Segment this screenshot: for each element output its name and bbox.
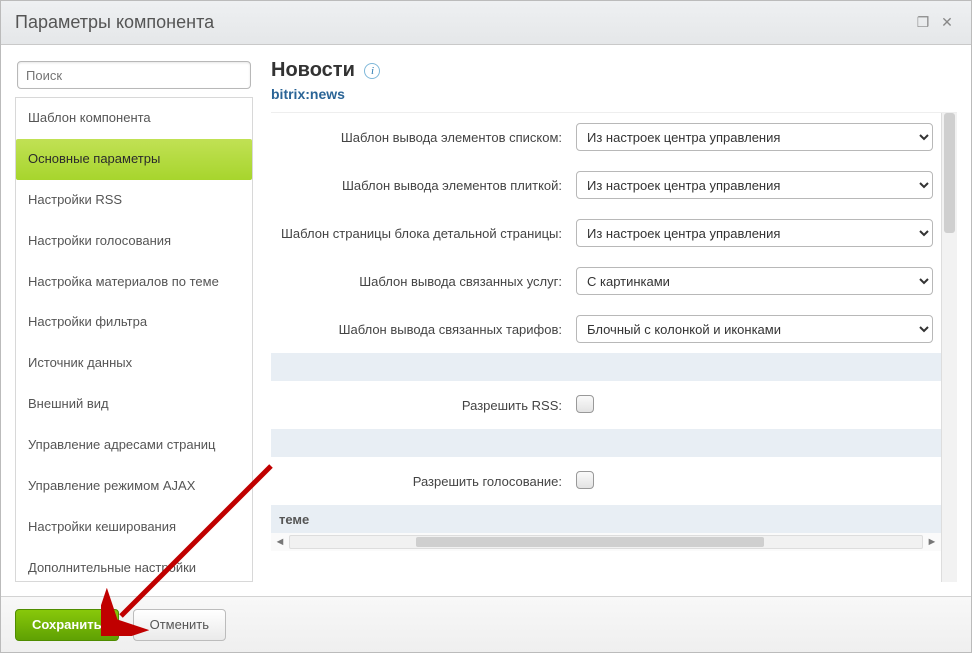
maximize-icon[interactable]: ❐	[913, 13, 933, 33]
component-code: bitrix:news	[271, 86, 957, 102]
param-row: Разрешить RSS:	[271, 381, 941, 429]
sidebar-item[interactable]: Настройки голосования	[16, 221, 252, 262]
sidebar-item[interactable]: Управление режимом AJAX	[16, 466, 252, 507]
sidebar-item[interactable]: Настройка материалов по теме	[16, 262, 252, 303]
sidebar-item[interactable]: Дополнительные настройки	[16, 548, 252, 582]
param-label: Шаблон вывода элементов плиткой:	[271, 178, 576, 193]
param-select[interactable]: Из настроек центра управления	[576, 171, 933, 199]
param-label: Разрешить голосование:	[271, 474, 576, 489]
sidebar-item-active[interactable]: Основные параметры	[16, 139, 252, 180]
vertical-scrollbar[interactable]	[941, 113, 957, 582]
param-select[interactable]: Блочный с колонкой и иконками	[576, 315, 933, 343]
sidebar-nav[interactable]: Шаблон компонента Основные параметры Нас…	[15, 97, 253, 582]
window-title: Параметры компонента	[15, 12, 909, 33]
info-icon[interactable]: i	[364, 63, 380, 79]
params-table: Шаблон вывода элементов списком: Из наст…	[271, 113, 941, 533]
checkbox-allow-rss[interactable]	[576, 395, 594, 413]
param-label: Разрешить RSS:	[271, 398, 576, 413]
section-band	[271, 353, 941, 381]
param-select[interactable]: С картинками	[576, 267, 933, 295]
dialog-footer: Сохранить Отменить	[1, 596, 971, 652]
param-label: Шаблон вывода связанных услуг:	[271, 274, 576, 289]
sidebar-item[interactable]: Внешний вид	[16, 384, 252, 425]
param-row: Разрешить голосование:	[271, 457, 941, 505]
search-row	[15, 59, 253, 97]
section-band-partial: теме	[271, 505, 941, 533]
save-button[interactable]: Сохранить	[15, 609, 119, 641]
sidebar-item[interactable]: Управление адресами страниц	[16, 425, 252, 466]
search-input[interactable]	[17, 61, 251, 89]
horizontal-scrollbar[interactable]: ◄ ►	[271, 533, 941, 551]
param-row: Шаблон вывода элементов плиткой: Из наст…	[271, 161, 941, 209]
titlebar: Параметры компонента ❐ ✕	[1, 1, 971, 45]
cancel-button[interactable]: Отменить	[133, 609, 226, 641]
sidebar-item[interactable]: Настройки кеширования	[16, 507, 252, 548]
param-row: Шаблон вывода элементов списком: Из наст…	[271, 113, 941, 161]
close-icon[interactable]: ✕	[937, 13, 957, 33]
scroll-right-icon[interactable]: ►	[923, 536, 941, 548]
checkbox-allow-vote[interactable]	[576, 471, 594, 489]
params-area: Шаблон вывода элементов списком: Из наст…	[271, 112, 957, 582]
main-panel: Новости i bitrix:news Шаблон вывода элем…	[271, 59, 957, 582]
param-select[interactable]: Из настроек центра управления	[576, 219, 933, 247]
scroll-thumb[interactable]	[416, 537, 764, 547]
param-label: Шаблон вывода связанных тарифов:	[271, 322, 576, 337]
sidebar-item[interactable]: Настройки фильтра	[16, 302, 252, 343]
param-row: Шаблон вывода связанных тарифов: Блочный…	[271, 305, 941, 353]
params-scroll: Шаблон вывода элементов списком: Из наст…	[271, 113, 941, 582]
sidebar-item[interactable]: Источник данных	[16, 343, 252, 384]
sidebar-item[interactable]: Шаблон компонента	[16, 98, 252, 139]
param-label: Шаблон страницы блока детальной страницы…	[271, 226, 576, 241]
param-row: Шаблон вывода связанных услуг: С картинк…	[271, 257, 941, 305]
param-select[interactable]: Из настроек центра управления	[576, 123, 933, 151]
main-header: Новости i bitrix:news	[271, 59, 957, 112]
scroll-left-icon[interactable]: ◄	[271, 536, 289, 548]
param-row: Шаблон страницы блока детальной страницы…	[271, 209, 941, 257]
section-band	[271, 429, 941, 457]
sidebar-item[interactable]: Настройки RSS	[16, 180, 252, 221]
param-label: Шаблон вывода элементов списком:	[271, 130, 576, 145]
scroll-track[interactable]	[289, 535, 923, 549]
dialog-window: Параметры компонента ❐ ✕ Шаблон компонен…	[0, 0, 972, 653]
scroll-thumb[interactable]	[944, 113, 955, 233]
dialog-body: Шаблон компонента Основные параметры Нас…	[1, 45, 971, 596]
component-title: Новости	[271, 59, 355, 82]
sidebar: Шаблон компонента Основные параметры Нас…	[15, 59, 253, 582]
